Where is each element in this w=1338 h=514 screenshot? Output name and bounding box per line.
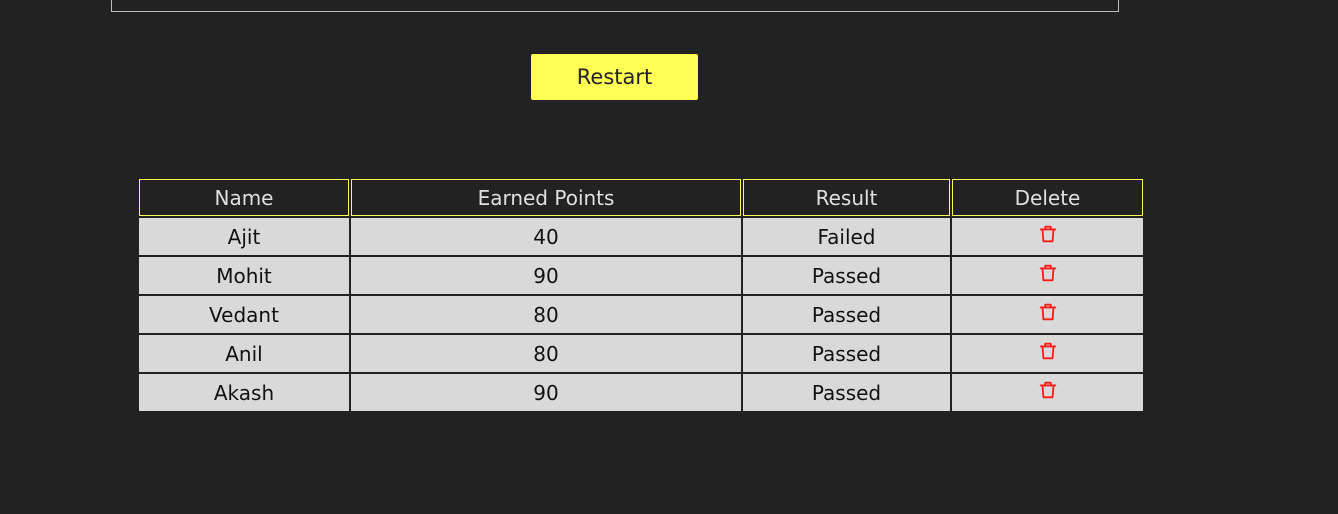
cell-result: Passed bbox=[743, 296, 950, 333]
cell-delete bbox=[952, 335, 1143, 372]
cell-result: Passed bbox=[743, 374, 950, 411]
header-name: Name bbox=[139, 179, 349, 216]
cell-points: 40 bbox=[351, 218, 741, 255]
page: Restart Name Earned Points Result Delete… bbox=[0, 0, 1338, 514]
restart-button[interactable]: Restart bbox=[531, 54, 698, 100]
cell-name: Akash bbox=[139, 374, 349, 411]
header-earned-points: Earned Points bbox=[351, 179, 741, 216]
table-row: Vedant 80 Passed bbox=[139, 296, 1143, 333]
trash-icon[interactable] bbox=[1037, 223, 1059, 245]
header-result: Result bbox=[743, 179, 950, 216]
cell-result: Failed bbox=[743, 218, 950, 255]
cell-delete bbox=[952, 218, 1143, 255]
table-row: Ajit 40 Failed bbox=[139, 218, 1143, 255]
cell-name: Anil bbox=[139, 335, 349, 372]
cell-delete bbox=[952, 374, 1143, 411]
cell-delete bbox=[952, 296, 1143, 333]
trash-icon[interactable] bbox=[1037, 379, 1059, 401]
cell-delete bbox=[952, 257, 1143, 294]
cell-points: 90 bbox=[351, 257, 741, 294]
cell-points: 90 bbox=[351, 374, 741, 411]
table-row: Mohit 90 Passed bbox=[139, 257, 1143, 294]
trash-icon[interactable] bbox=[1037, 301, 1059, 323]
table-header-row: Name Earned Points Result Delete bbox=[139, 179, 1143, 216]
cell-name: Vedant bbox=[139, 296, 349, 333]
cell-points: 80 bbox=[351, 335, 741, 372]
top-panel-border bbox=[111, 0, 1119, 12]
header-delete: Delete bbox=[952, 179, 1143, 216]
results-table: Name Earned Points Result Delete Ajit 40… bbox=[137, 177, 1145, 413]
table-row: Anil 80 Passed bbox=[139, 335, 1143, 372]
cell-name: Mohit bbox=[139, 257, 349, 294]
table-row: Akash 90 Passed bbox=[139, 374, 1143, 411]
trash-icon[interactable] bbox=[1037, 262, 1059, 284]
cell-result: Passed bbox=[743, 335, 950, 372]
cell-points: 80 bbox=[351, 296, 741, 333]
cell-result: Passed bbox=[743, 257, 950, 294]
trash-icon[interactable] bbox=[1037, 340, 1059, 362]
cell-name: Ajit bbox=[139, 218, 349, 255]
